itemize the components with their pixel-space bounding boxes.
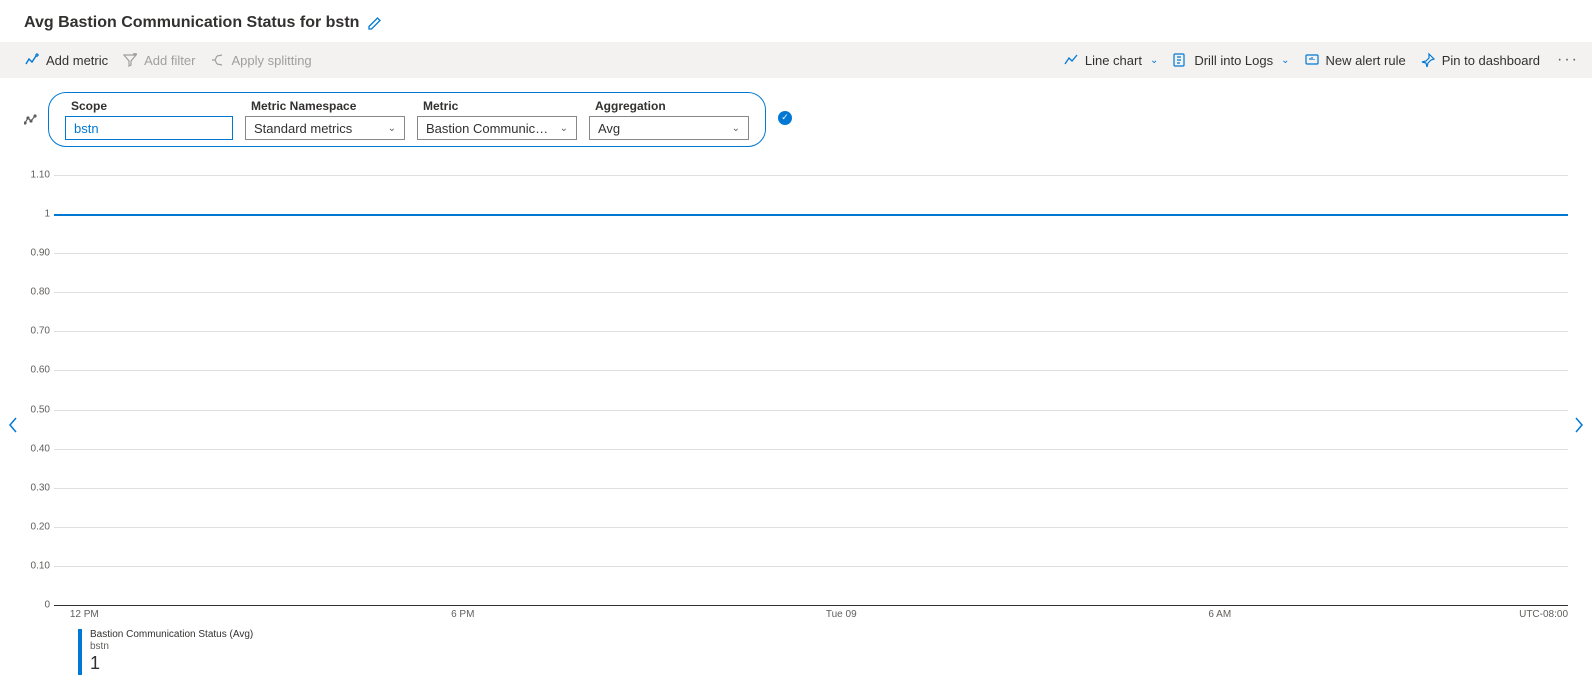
y-tick-label: 1.10	[24, 170, 50, 181]
namespace-dropdown[interactable]: Standard metrics ⌄	[245, 116, 405, 140]
gridline	[54, 449, 1568, 450]
x-tick-label: Tue 09	[826, 609, 857, 620]
scope-picker[interactable]: bstn	[65, 116, 233, 140]
x-tick-label: 6 AM	[1208, 609, 1231, 620]
legend-value: 1	[90, 653, 253, 675]
series-line	[54, 214, 1568, 216]
gridline	[54, 410, 1568, 411]
chevron-down-icon: ⌄	[388, 123, 396, 134]
chevron-down-icon: ⌄	[732, 123, 740, 134]
legend-resource: bstn	[90, 641, 253, 653]
y-tick-label: 0.20	[24, 521, 50, 532]
y-tick-label: 1	[24, 209, 50, 220]
legend-item[interactable]: Bastion Communication Status (Avg) bstn …	[78, 629, 1568, 675]
gridline	[54, 488, 1568, 489]
chart-area: 1.1010.900.800.700.600.500.400.300.200.1…	[24, 175, 1568, 675]
apply-check-icon[interactable]: ✓	[778, 111, 792, 125]
drill-into-logs-button[interactable]: Drill into Logs ⌄	[1172, 52, 1289, 68]
add-metric-icon	[24, 52, 40, 68]
x-tick-label: 6 PM	[451, 609, 474, 620]
chevron-down-icon: ⌄	[1150, 55, 1158, 66]
legend-color-bar	[78, 629, 82, 675]
toolbar: Add metric Add filter Apply splitting Li…	[0, 42, 1592, 78]
gridline	[54, 527, 1568, 528]
x-tick-label: 12 PM	[70, 609, 99, 620]
timezone-label: UTC-08:00	[1519, 609, 1568, 620]
y-tick-label: 0.90	[24, 248, 50, 259]
chart-prev-button[interactable]	[2, 410, 24, 440]
y-tick-label: 0	[24, 600, 50, 611]
chart-plot[interactable]: 1.1010.900.800.700.600.500.400.300.200.1…	[54, 175, 1568, 605]
aggregation-label: Aggregation	[589, 99, 749, 113]
add-metric-button[interactable]: Add metric	[24, 52, 108, 68]
metric-label: Metric	[417, 99, 577, 113]
chevron-down-icon: ⌄	[1281, 55, 1289, 66]
gridline	[54, 566, 1568, 567]
scope-label: Scope	[65, 99, 233, 113]
gridline	[54, 175, 1568, 176]
gridline	[54, 331, 1568, 332]
chart-type-dropdown[interactable]: Line chart ⌄	[1063, 52, 1158, 68]
add-filter-button[interactable]: Add filter	[122, 52, 195, 68]
gridline	[54, 292, 1568, 293]
split-icon	[209, 52, 225, 68]
more-options-button[interactable]: ···	[1554, 46, 1582, 74]
metric-dropdown[interactable]: Bastion Communicatio... ⌄	[417, 116, 577, 140]
namespace-label: Metric Namespace	[245, 99, 405, 113]
chart-next-button[interactable]	[1568, 410, 1590, 440]
chevron-down-icon: ⌄	[560, 123, 568, 134]
drag-handle-icon[interactable]	[24, 113, 40, 127]
y-tick-label: 0.10	[24, 560, 50, 571]
legend-series-name: Bastion Communication Status (Avg)	[90, 629, 253, 641]
y-tick-label: 0.70	[24, 326, 50, 337]
pin-to-dashboard-button[interactable]: Pin to dashboard	[1420, 52, 1540, 68]
y-tick-label: 0.40	[24, 443, 50, 454]
y-tick-label: 0.30	[24, 482, 50, 493]
ellipsis-icon: ···	[1557, 51, 1579, 69]
y-tick-label: 0.60	[24, 365, 50, 376]
metric-selector-pill: Scope bstn Metric Namespace Standard met…	[48, 92, 766, 147]
chart-x-axis: UTC-08:00 12 PM 6 PM Tue 09 6 AM	[54, 605, 1568, 623]
alert-icon	[1304, 52, 1320, 68]
y-tick-label: 0.80	[24, 287, 50, 298]
aggregation-dropdown[interactable]: Avg ⌄	[589, 116, 749, 140]
line-chart-icon	[1063, 52, 1079, 68]
new-alert-rule-button[interactable]: New alert rule	[1304, 52, 1406, 68]
filter-icon	[122, 52, 138, 68]
apply-splitting-button[interactable]: Apply splitting	[209, 52, 311, 68]
page-title: Avg Bastion Communication Status for bst…	[24, 14, 359, 32]
gridline	[54, 370, 1568, 371]
logs-icon	[1172, 52, 1188, 68]
edit-title-icon[interactable]	[367, 15, 383, 31]
y-tick-label: 0.50	[24, 404, 50, 415]
pin-icon	[1420, 52, 1436, 68]
gridline	[54, 253, 1568, 254]
